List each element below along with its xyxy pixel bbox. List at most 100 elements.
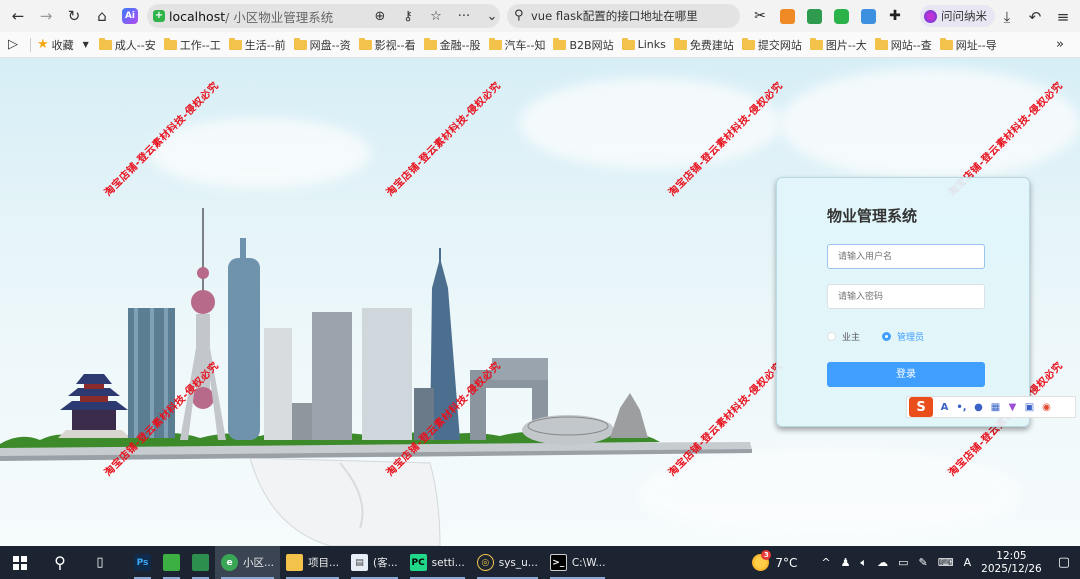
skin-icon[interactable]: ▼ xyxy=(1007,402,1018,413)
cloud-icon[interactable]: ☁ xyxy=(877,556,888,569)
battery-icon[interactable]: ▭ xyxy=(898,556,908,569)
folder-icon xyxy=(741,37,755,50)
mascot-icon[interactable]: ◉ xyxy=(1041,402,1052,413)
bookmark-folder[interactable]: 网站--查 xyxy=(874,37,932,53)
folder-icon xyxy=(358,37,372,50)
sogou-logo-icon[interactable]: S xyxy=(909,397,933,417)
bookmark-folder[interactable]: 金融--股 xyxy=(423,37,481,53)
weather-widget[interactable]: 3 7°C xyxy=(752,550,798,571)
bookmark-label: 提交网站 xyxy=(757,38,802,52)
chevron-down-icon[interactable]: ⌄ xyxy=(480,4,504,28)
bookmark-folder[interactable]: B2B网站 xyxy=(553,37,614,53)
ime-mode-icon[interactable]: A xyxy=(939,402,950,413)
pycharm-icon: PC xyxy=(409,554,427,571)
bookmarks-divider xyxy=(30,37,31,52)
volume-icon[interactable]: 🔈︎ xyxy=(861,556,868,570)
temperature-label: 7°C xyxy=(775,555,798,570)
bookmark-folder[interactable]: 生活--前 xyxy=(228,37,286,53)
taskbar-app-explorer[interactable]: 项目... xyxy=(280,546,345,579)
keyboard-tray-icon[interactable]: ⌨ xyxy=(938,556,954,569)
zoom-icon[interactable]: ⊕ xyxy=(368,4,392,28)
role-owner-label: 业主 xyxy=(842,333,861,343)
bookmarks-overflow-icon[interactable]: » xyxy=(1056,37,1064,52)
password-input[interactable] xyxy=(827,284,985,309)
tower-e xyxy=(362,308,412,440)
ime-indicator[interactable]: A xyxy=(964,556,972,569)
download-icon[interactable]: ⤓ xyxy=(994,4,1020,30)
tray-overflow-icon[interactable]: ^ xyxy=(821,556,830,569)
pen-icon[interactable]: ✎ xyxy=(919,556,928,569)
taskbar-app-cmd[interactable]: >_ C:\W... xyxy=(544,546,612,579)
translate-extension-icon[interactable] xyxy=(856,4,880,28)
notification-icon[interactable]: ▢ xyxy=(1058,555,1070,570)
bookmark-folder[interactable]: 工作--工 xyxy=(163,37,221,53)
bookmark-folder[interactable]: 网址--导 xyxy=(939,37,997,53)
taskbar-app-label: setti... xyxy=(431,556,465,569)
bookmark-star-icon[interactable]: ☆ xyxy=(424,4,448,28)
keyboard-icon[interactable]: ▦ xyxy=(990,402,1001,413)
taskbar-app-3[interactable] xyxy=(186,546,215,579)
search-box[interactable]: ⚲ vue flask配置的接口地址在哪里 xyxy=(507,4,740,28)
back-icon[interactable]: ← xyxy=(5,3,31,29)
reload-icon[interactable]: ↻ xyxy=(61,3,87,29)
taskbar-app-navicat[interactable]: ◎ sys_u... xyxy=(471,546,544,579)
folder-icon xyxy=(228,37,242,50)
bookmark-folder[interactable]: 免费建站 xyxy=(673,37,734,53)
microphone-icon[interactable]: ● xyxy=(973,402,984,413)
photoshop-icon: Ps xyxy=(134,554,151,571)
search-text: vue flask配置的接口地址在哪里 xyxy=(531,9,698,23)
role-admin-radio[interactable]: 管理员 xyxy=(882,330,924,343)
wenwen-label: 问问纳米 xyxy=(941,9,987,23)
forward-icon[interactable]: → xyxy=(33,3,59,29)
favorites-menu[interactable]: ★ 收藏 ▼ xyxy=(37,37,89,53)
login-card: 物业管理系统 业主 管理员 登录 xyxy=(776,177,1030,427)
username-input[interactable] xyxy=(827,244,985,269)
login-button[interactable]: 登录 xyxy=(827,362,985,387)
download-extension-icon[interactable] xyxy=(802,4,826,28)
taskbar-app-photoshop[interactable]: Ps xyxy=(128,546,157,579)
wenwen-button[interactable]: 问问纳米 xyxy=(920,5,995,27)
taskbar-app-label: 项目... xyxy=(308,557,340,569)
chat-extension-icon[interactable] xyxy=(829,4,853,28)
windows-logo-icon xyxy=(13,555,27,570)
taskbar-app-2[interactable] xyxy=(157,546,186,579)
folder-icon xyxy=(553,37,567,50)
bookmark-label: 网址--导 xyxy=(955,38,997,52)
more-icon[interactable]: ··· xyxy=(452,4,476,28)
role-owner-radio[interactable]: 业主 xyxy=(827,330,860,343)
ai-icon[interactable]: Ai xyxy=(117,3,143,29)
bookmark-folder[interactable]: 影视--看 xyxy=(358,37,416,53)
weather-sun-icon: 3 xyxy=(752,550,772,571)
scissors-icon[interactable]: ✂ xyxy=(748,4,772,28)
search-taskbar-icon[interactable]: ⚲ xyxy=(40,546,80,579)
home-icon[interactable]: ⌂ xyxy=(89,3,115,29)
bookmark-folder[interactable]: Links xyxy=(621,37,666,51)
clock[interactable]: 12:05 2025/12/26 xyxy=(981,550,1042,576)
taskbar-app-browser[interactable]: e 小区... xyxy=(215,546,281,579)
key-icon[interactable]: ⚷ xyxy=(396,4,420,28)
bookmark-folder[interactable]: 图片--大 xyxy=(809,37,867,53)
bookmarks-bar: ▷ ★ 收藏 ▼ 成人--安 工作--工 生活--前 网盘--资 影视--看 金… xyxy=(0,32,1080,58)
punctuation-icon[interactable]: •, xyxy=(956,402,967,413)
puzzle-icon[interactable]: ✚ xyxy=(883,4,907,28)
bookmark-folder[interactable]: 汽车--知 xyxy=(488,37,545,53)
taskbar-app-label: C:\W... xyxy=(571,556,606,569)
nav-buttons: ← → ↻ ⌂ Ai xyxy=(5,3,143,29)
bookmark-folder[interactable]: 提交网站 xyxy=(741,37,802,53)
folder-icon xyxy=(874,37,888,50)
hand-shape xyxy=(249,457,441,546)
sidebar-toggle-icon[interactable]: ▷ xyxy=(0,37,26,52)
tools-icon[interactable]: ▣ xyxy=(1024,402,1035,413)
taskbar-app-doc[interactable]: ▤ (客... xyxy=(345,546,404,579)
qq-tray-icon[interactable]: ♟ xyxy=(841,556,851,569)
menu-icon[interactable]: ≡ xyxy=(1050,4,1076,30)
taskbar-app-label: 小区... xyxy=(243,557,275,569)
bookmark-folder[interactable]: 网盘--资 xyxy=(293,37,351,53)
fox-extension-icon[interactable] xyxy=(775,4,799,28)
taskbar-gap xyxy=(120,546,128,579)
taskbar-app-pycharm[interactable]: PC setti... xyxy=(404,546,471,579)
start-button[interactable] xyxy=(0,546,40,579)
bookmark-folder[interactable]: 成人--安 xyxy=(98,37,156,53)
undo-icon[interactable]: ↶ xyxy=(1022,4,1048,30)
task-view-icon[interactable]: ▯ xyxy=(80,546,120,579)
